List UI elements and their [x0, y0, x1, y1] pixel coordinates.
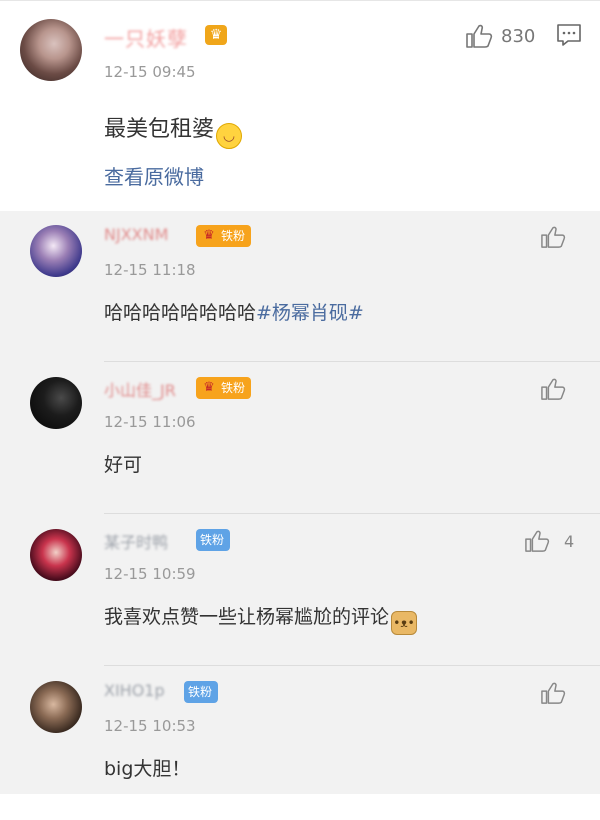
username[interactable]: NJXXNM	[104, 225, 168, 244]
avatar[interactable]	[30, 225, 82, 277]
fan-badge: ♛ 铁粉	[196, 377, 252, 399]
like-count: 4	[564, 531, 575, 551]
divider	[104, 665, 600, 666]
comment-item: 小山佳_JR ♛ 铁粉 12-15 11:06 好可	[0, 363, 600, 516]
badge-label: 铁粉	[200, 533, 225, 547]
comment-icon[interactable]	[556, 23, 582, 47]
fan-badge: ♛ 铁粉	[196, 225, 252, 247]
username[interactable]: 某子时鸭	[104, 529, 168, 553]
thumbs-up-icon	[541, 682, 566, 704]
avatar[interactable]	[30, 377, 82, 429]
divider	[104, 361, 600, 362]
badge-label: 铁粉	[188, 685, 213, 699]
crown-icon: ♛	[200, 379, 218, 397]
comment-text: 我喜欢点赞一些让杨幂尴尬的评论 •ᴥ•	[104, 602, 418, 635]
fan-badge: 铁粉	[184, 681, 219, 703]
timestamp: 12-15 09:45	[104, 63, 196, 81]
avatar[interactable]	[20, 19, 82, 81]
comment-text-content: 我喜欢点赞一些让杨幂尴尬的评论	[104, 606, 390, 628]
like-button[interactable]	[540, 377, 566, 401]
blush-emoji-icon: ◡	[216, 123, 243, 149]
badge-label: 铁粉	[221, 229, 246, 243]
post-text-content: 最美包租婆	[104, 117, 215, 142]
like-count: 830	[501, 25, 536, 47]
comment-item: 某子时鸭 铁粉 12-15 10:59 我喜欢点赞一些让杨幂尴尬的评论 •ᴥ• 4	[0, 515, 600, 668]
like-button[interactable]	[540, 681, 566, 705]
comment-item: NJXXNM ♛ 铁粉 12-15 11:18 哈哈哈哈哈哈哈哈#杨幂肖砚#	[0, 211, 600, 364]
comment-text: 哈哈哈哈哈哈哈哈#杨幂肖砚#	[104, 298, 364, 325]
timestamp: 12-15 10:59	[104, 565, 196, 583]
crown-icon: ♛	[205, 25, 227, 45]
avatar[interactable]	[30, 529, 82, 581]
like-button[interactable]: 830	[465, 23, 535, 49]
fan-badge: 铁粉	[196, 529, 231, 551]
comment-text-content: 哈哈哈哈哈哈哈哈	[104, 302, 257, 324]
username[interactable]: 小山佳_JR	[104, 377, 176, 401]
crown-icon: ♛	[200, 227, 218, 245]
comment-text: 好可	[104, 454, 143, 476]
comment-text: big大胆！	[104, 758, 191, 780]
comment-list: NJXXNM ♛ 铁粉 12-15 11:18 哈哈哈哈哈哈哈哈#杨幂肖砚# 小…	[0, 211, 600, 794]
comment-item: XIHO1p 铁粉 12-15 10:53 big大胆！	[0, 667, 600, 820]
thumbs-up-icon	[541, 378, 566, 400]
thumbs-up-icon	[525, 530, 550, 552]
post-text: 最美包租婆 ◡	[104, 111, 243, 149]
divider	[104, 513, 600, 514]
username[interactable]: XIHO1p	[104, 681, 165, 700]
main-post: 一只妖孽 ♛ 12-15 09:45 最美包租婆 ◡ 查看原微博 830	[0, 0, 600, 211]
badge-label: 铁粉	[221, 381, 246, 395]
timestamp: 12-15 11:06	[104, 413, 196, 431]
view-original-link[interactable]: 查看原微博	[104, 161, 204, 190]
avatar[interactable]	[30, 681, 82, 733]
timestamp: 12-15 10:53	[104, 717, 196, 735]
like-button[interactable]: 4	[524, 529, 574, 553]
hashtag-link[interactable]: #杨幂肖砚#	[256, 302, 364, 324]
doge-emoji-icon: •ᴥ•	[391, 611, 418, 635]
thumbs-up-icon	[541, 226, 566, 248]
username[interactable]: 一只妖孽	[104, 23, 188, 52]
like-button[interactable]	[540, 225, 566, 249]
timestamp: 12-15 11:18	[104, 261, 196, 279]
thumbs-up-icon	[466, 24, 493, 48]
